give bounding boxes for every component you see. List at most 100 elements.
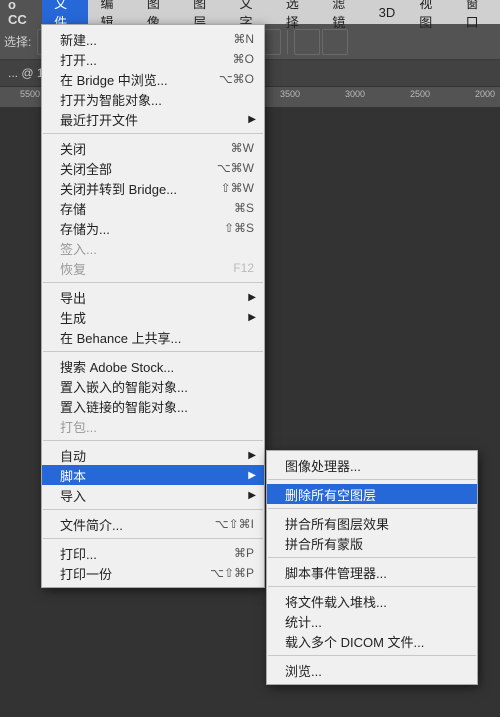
file_menu-item[interactable]: 存储为...⇧⌘S bbox=[42, 218, 264, 238]
file_menu-item[interactable]: 打印...⌘P bbox=[42, 543, 264, 563]
file_menu-item[interactable]: 在 Bridge 中浏览...⌥⌘O bbox=[42, 69, 264, 89]
menu-item-label: 脚本 bbox=[60, 466, 254, 485]
script_menu-item[interactable]: 统计... bbox=[267, 611, 477, 631]
file_menu-item[interactable]: 存储⌘S bbox=[42, 198, 264, 218]
script_menu-item[interactable]: 拼合所有蒙版 bbox=[267, 533, 477, 553]
menubar: o CC 文件 编辑 图像 图层 文字 选择 滤镜 3D 视图 窗口 bbox=[0, 0, 500, 24]
menu-item-label: 脚本事件管理器... bbox=[285, 563, 467, 582]
menu-view[interactable]: 视图 bbox=[407, 0, 453, 35]
menu-item-label: 删除所有空图层 bbox=[285, 485, 467, 504]
tool-slot[interactable] bbox=[294, 29, 320, 55]
file_menu-item[interactable]: 在 Behance 上共享... bbox=[42, 327, 264, 347]
menu-item-label: 恢复 bbox=[60, 259, 233, 278]
menu-3d[interactable]: 3D bbox=[367, 1, 408, 24]
menu-separator bbox=[43, 133, 263, 134]
file-menu: 新建...⌘N打开...⌘O在 Bridge 中浏览...⌥⌘O打开为智能对象.… bbox=[41, 24, 265, 588]
menu-separator bbox=[43, 538, 263, 539]
menu-separator bbox=[268, 586, 476, 587]
menu-item-label: 新建... bbox=[60, 30, 233, 49]
file_menu-item[interactable]: 关闭全部⌥⌘W bbox=[42, 158, 264, 178]
file_menu-item[interactable]: 脚本▶ bbox=[42, 465, 264, 485]
menu-shortcut: ⌘S bbox=[234, 201, 254, 215]
menu-shortcut: ⌥⇧⌘I bbox=[215, 517, 254, 531]
toolbar-separator bbox=[287, 30, 288, 54]
menu-item-label: 关闭并转到 Bridge... bbox=[60, 179, 221, 198]
menu-item-label: 图像处理器... bbox=[285, 456, 467, 475]
script_menu-item[interactable]: 删除所有空图层 bbox=[267, 484, 477, 504]
ruler-tick: 2500 bbox=[410, 89, 430, 99]
menu-item-label: 载入多个 DICOM 文件... bbox=[285, 632, 467, 651]
menu-item-label: 关闭全部 bbox=[60, 159, 217, 178]
script_menu-item[interactable]: 脚本事件管理器... bbox=[267, 562, 477, 582]
script_menu-item[interactable]: 浏览... bbox=[267, 660, 477, 680]
ruler-tick: 3000 bbox=[345, 89, 365, 99]
menu-item-label: 拼合所有蒙版 bbox=[285, 534, 467, 553]
select-label: 选择: bbox=[4, 33, 31, 50]
menu-item-label: 签入... bbox=[60, 239, 254, 258]
file_menu-item[interactable]: 关闭⌘W bbox=[42, 138, 264, 158]
file_menu-item[interactable]: 置入嵌入的智能对象... bbox=[42, 376, 264, 396]
file_menu-item[interactable]: 文件简介...⌥⇧⌘I bbox=[42, 514, 264, 534]
menu-shortcut: F12 bbox=[233, 261, 254, 275]
menu-shortcut: ⌘O bbox=[233, 52, 254, 66]
menu-separator bbox=[268, 479, 476, 480]
menu-item-label: 打包... bbox=[60, 417, 254, 436]
file_menu-item[interactable]: 自动▶ bbox=[42, 445, 264, 465]
menu-item-label: 浏览... bbox=[285, 661, 467, 680]
submenu-arrow-icon: ▶ bbox=[248, 450, 256, 461]
menu-item-label: 导入 bbox=[60, 486, 254, 505]
menu-shortcut: ⌘N bbox=[233, 32, 254, 46]
menu-window[interactable]: 窗口 bbox=[454, 0, 500, 35]
ruler-tick: 2000 bbox=[475, 89, 495, 99]
file_menu-item[interactable]: 生成▶ bbox=[42, 307, 264, 327]
menu-item-label: 打印... bbox=[60, 544, 234, 563]
file_menu-item[interactable]: 导出▶ bbox=[42, 287, 264, 307]
menu-item-label: 统计... bbox=[285, 612, 467, 631]
menu-item-label: 自动 bbox=[60, 446, 254, 465]
file_menu-item[interactable]: 打印一份⌥⇧⌘P bbox=[42, 563, 264, 583]
file_menu-item: 签入... bbox=[42, 238, 264, 258]
menu-separator bbox=[43, 440, 263, 441]
script_menu-item[interactable]: 将文件载入堆栈... bbox=[267, 591, 477, 611]
menu-item-label: 拼合所有图层效果 bbox=[285, 514, 467, 533]
menu-shortcut: ⌘P bbox=[234, 546, 254, 560]
menu-separator bbox=[268, 655, 476, 656]
menu-item-label: 搜索 Adobe Stock... bbox=[60, 357, 254, 376]
file_menu-item[interactable]: 打开...⌘O bbox=[42, 49, 264, 69]
tool-slot[interactable] bbox=[322, 29, 348, 55]
menu-shortcut: ⌥⌘W bbox=[217, 161, 254, 175]
submenu-arrow-icon: ▶ bbox=[248, 312, 256, 323]
menu-shortcut: ⇧⌘W bbox=[221, 181, 254, 195]
file_menu-item[interactable]: 置入链接的智能对象... bbox=[42, 396, 264, 416]
submenu-arrow-icon: ▶ bbox=[248, 114, 256, 125]
submenu-arrow-icon: ▶ bbox=[248, 292, 256, 303]
menu-separator bbox=[43, 351, 263, 352]
script_menu-item[interactable]: 图像处理器... bbox=[267, 455, 477, 475]
file_menu-item[interactable]: 搜索 Adobe Stock... bbox=[42, 356, 264, 376]
menu-item-label: 在 Bridge 中浏览... bbox=[60, 70, 219, 89]
menu-separator bbox=[43, 509, 263, 510]
menu-item-label: 打印一份 bbox=[60, 564, 210, 583]
menu-shortcut: ⇧⌘S bbox=[224, 221, 254, 235]
menu-shortcut: ⌥⌘O bbox=[219, 72, 254, 86]
menu-item-label: 最近打开文件 bbox=[60, 110, 254, 129]
menu-item-label: 生成 bbox=[60, 308, 254, 327]
file_menu-item: 打包... bbox=[42, 416, 264, 436]
menu-item-label: 置入链接的智能对象... bbox=[60, 397, 254, 416]
menu-item-label: 关闭 bbox=[60, 139, 231, 158]
file_menu-item[interactable]: 关闭并转到 Bridge...⇧⌘W bbox=[42, 178, 264, 198]
menu-item-label: 存储 bbox=[60, 199, 234, 218]
file_menu-item[interactable]: 打开为智能对象... bbox=[42, 89, 264, 109]
file_menu-item[interactable]: 导入▶ bbox=[42, 485, 264, 505]
submenu-arrow-icon: ▶ bbox=[248, 470, 256, 481]
ruler-tick: 3500 bbox=[280, 89, 300, 99]
app-name: o CC bbox=[0, 0, 42, 31]
script_menu-item[interactable]: 拼合所有图层效果 bbox=[267, 513, 477, 533]
menu-separator bbox=[268, 508, 476, 509]
script_menu-item[interactable]: 载入多个 DICOM 文件... bbox=[267, 631, 477, 651]
menu-separator bbox=[268, 557, 476, 558]
menu-item-label: 打开... bbox=[60, 50, 233, 69]
file_menu-item[interactable]: 最近打开文件▶ bbox=[42, 109, 264, 129]
file_menu-item: 恢复F12 bbox=[42, 258, 264, 278]
file_menu-item[interactable]: 新建...⌘N bbox=[42, 29, 264, 49]
